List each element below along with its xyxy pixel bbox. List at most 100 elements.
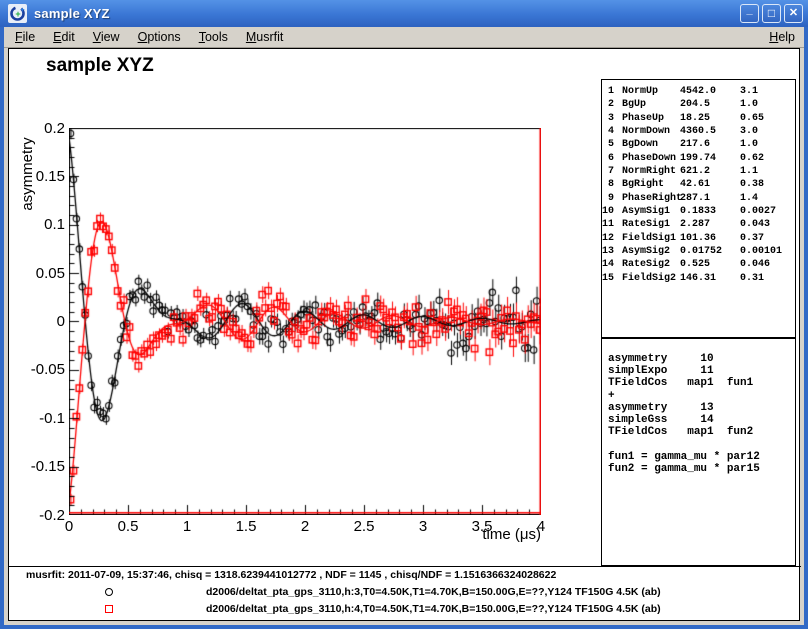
parameter-row: 12FieldSig1101.360.37 xyxy=(602,232,795,245)
window-body: FileEditViewOptionsToolsMusrfit Help sam… xyxy=(4,27,804,625)
x-tick-label: 3 xyxy=(401,519,445,534)
close-button[interactable]: ✕ xyxy=(784,4,803,23)
legend-label: d2006/deltat_pta_gps_3110,h:3,T0=4.50K,T… xyxy=(206,586,661,598)
theory-line: simplExpo 11 xyxy=(608,365,795,377)
param-gap xyxy=(614,245,622,258)
param-value: 0.1833 xyxy=(680,205,740,218)
parameter-row: 13AsymSig20.017520.00101 xyxy=(602,245,795,258)
param-error: 0.31 xyxy=(740,272,795,285)
x-tick-label: 0.5 xyxy=(106,519,150,534)
param-gap xyxy=(614,85,622,98)
window-title: sample XYZ xyxy=(34,6,740,21)
param-name: NormRight xyxy=(622,165,680,178)
param-value: 217.6 xyxy=(680,138,740,151)
x-tick-label: 4 xyxy=(519,519,563,534)
param-error: 0.00101 xyxy=(740,245,795,258)
param-value: 4542.0 xyxy=(680,85,740,98)
theory-line: TFieldCos map1 fun2 xyxy=(608,426,795,438)
param-gap xyxy=(614,152,622,165)
parameter-row: 2BgUp204.51.0 xyxy=(602,98,795,111)
param-number: 4 xyxy=(602,125,614,138)
root-canvas[interactable]: sample XYZ asymmetry time (μs) 0.20.150.… xyxy=(8,48,800,621)
param-name: AsymSig1 xyxy=(622,205,680,218)
theory-line xyxy=(608,438,795,450)
legend-circle-marker xyxy=(105,588,113,596)
root-app-icon: + + xyxy=(8,4,27,23)
parameter-row: 3PhaseUp18.250.65 xyxy=(602,112,795,125)
y-tick-label: -0.05 xyxy=(23,362,65,377)
param-value: 204.5 xyxy=(680,98,740,111)
plot-canvas[interactable] xyxy=(69,128,541,515)
param-value: 0.525 xyxy=(680,258,740,271)
param-name: NormUp xyxy=(622,85,680,98)
param-name: FieldSig2 xyxy=(622,272,680,285)
x-tick-label: 3.5 xyxy=(460,519,504,534)
titlebar[interactable]: + + sample XYZ _□✕ xyxy=(0,0,808,27)
y-tick-label: 0.2 xyxy=(23,121,65,136)
menu-tools[interactable]: Tools xyxy=(190,28,237,46)
param-gap xyxy=(614,138,622,151)
param-number: 14 xyxy=(602,258,614,271)
parameter-row: 15FieldSig2146.310.31 xyxy=(602,272,795,285)
param-error: 0.0027 xyxy=(740,205,795,218)
menu-options[interactable]: Options xyxy=(129,28,190,46)
param-number: 6 xyxy=(602,152,614,165)
param-gap xyxy=(614,192,622,205)
window-controls: _□✕ xyxy=(740,4,803,23)
param-error: 1.0 xyxy=(740,98,795,111)
param-gap xyxy=(614,272,622,285)
param-number: 13 xyxy=(602,245,614,258)
legend-row: d2006/deltat_pta_gps_3110,h:4,T0=4.50K,T… xyxy=(9,602,801,616)
param-gap xyxy=(614,98,622,111)
menu-edit[interactable]: Edit xyxy=(44,28,84,46)
param-value: 42.61 xyxy=(680,178,740,191)
fit-status-line: musrfit: 2011-07-09, 15:37:46, chisq = 1… xyxy=(26,569,556,581)
param-error: 0.37 xyxy=(740,232,795,245)
param-number: 11 xyxy=(602,218,614,231)
maximize-button[interactable]: □ xyxy=(762,4,781,23)
parameter-row: 8BgRight42.610.38 xyxy=(602,178,795,191)
param-name: FieldSig1 xyxy=(622,232,680,245)
y-tick-label: 0.15 xyxy=(23,169,65,184)
menu-view[interactable]: View xyxy=(84,28,129,46)
y-tick-label: 0 xyxy=(23,314,65,329)
param-error: 0.046 xyxy=(740,258,795,271)
theory-line: fun2 = gamma_mu * par15 xyxy=(608,463,795,475)
theory-line: fun1 = gamma_mu * par12 xyxy=(608,451,795,463)
param-gap xyxy=(614,218,622,231)
param-error: 0.043 xyxy=(740,218,795,231)
theory-box[interactable]: asymmetry 10simplExpo 11TFieldCos map1 f… xyxy=(601,338,796,566)
param-value: 4360.5 xyxy=(680,125,740,138)
param-number: 9 xyxy=(602,192,614,205)
y-tick-label: 0.1 xyxy=(23,217,65,232)
parameter-box[interactable]: 1NormUp4542.03.12BgUp204.51.03 PhaseUp18.… xyxy=(601,79,796,338)
theory-line: asymmetry 10 xyxy=(608,353,795,365)
plot-title: sample XYZ xyxy=(46,55,154,77)
param-name: RateSig1 xyxy=(622,218,680,231)
param-error: 3.1 xyxy=(740,85,795,98)
param-gap xyxy=(614,258,622,271)
menubar: FileEditViewOptionsToolsMusrfit Help xyxy=(4,27,804,48)
menu-musrfit[interactable]: Musrfit xyxy=(237,28,293,46)
menu-help[interactable]: Help xyxy=(760,28,804,46)
minimize-button[interactable]: _ xyxy=(740,4,759,23)
x-tick-label: 2 xyxy=(283,519,327,534)
param-number: 7 xyxy=(602,165,614,178)
theory-line: TFieldCos map1 fun1 xyxy=(608,377,795,389)
menu-file[interactable]: File xyxy=(6,28,44,46)
param-error: 0.38 xyxy=(740,178,795,191)
x-tick-label: 1.5 xyxy=(224,519,268,534)
theory-line: + xyxy=(608,390,795,402)
param-name: PhaseUp xyxy=(622,112,680,125)
svg-text:+: + xyxy=(20,7,24,14)
param-name: NormDown xyxy=(622,125,680,138)
param-value: 18.25 xyxy=(680,112,740,125)
param-name: AsymSig2 xyxy=(622,245,680,258)
y-tick-label: 0.05 xyxy=(23,266,65,281)
parameter-row: 1NormUp4542.03.1 xyxy=(602,85,795,98)
param-name: BgUp xyxy=(622,98,680,111)
param-number: 3 xyxy=(602,112,614,125)
param-value: 621.2 xyxy=(680,165,740,178)
param-error: 1.0 xyxy=(740,138,795,151)
legend-label: d2006/deltat_pta_gps_3110,h:4,T0=4.50K,T… xyxy=(206,603,661,615)
